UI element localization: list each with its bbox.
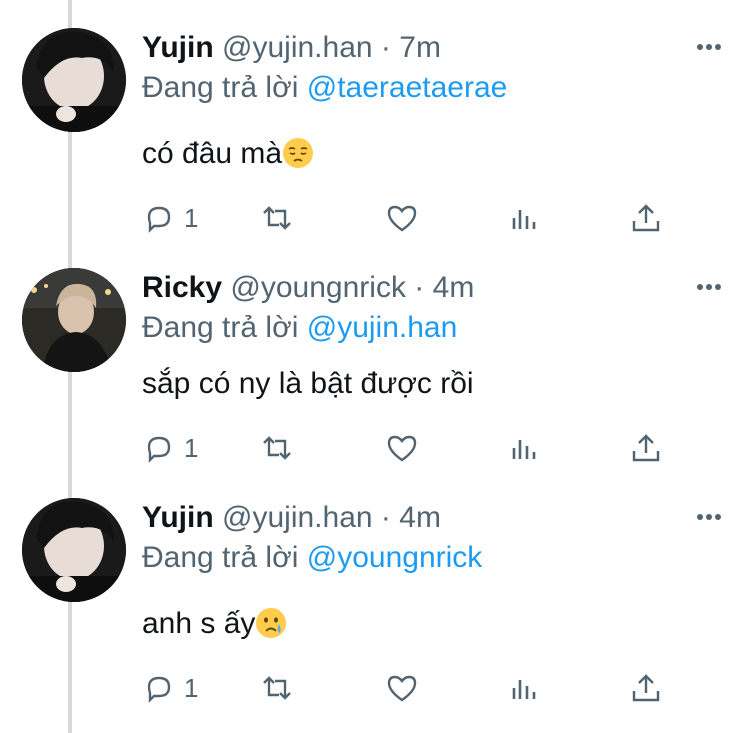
like-button[interactable] xyxy=(385,428,419,468)
author-handle[interactable]: @yujin.han xyxy=(222,31,373,64)
like-icon xyxy=(387,435,417,462)
reply-button[interactable]: 1 xyxy=(142,428,198,468)
analytics-icon xyxy=(512,440,536,459)
reply-button[interactable]: 1 xyxy=(142,668,198,708)
share-icon xyxy=(632,674,660,702)
reply-button[interactable]: 1 xyxy=(142,198,198,238)
timestamp[interactable]: 4m xyxy=(433,271,475,304)
action-bar: 1 xyxy=(142,668,682,708)
reply-count: 1 xyxy=(184,432,199,463)
author-handle[interactable]: @yujin.han xyxy=(222,501,373,534)
tweet-text: anh s ấy xyxy=(142,604,287,644)
author-name[interactable]: Yujin xyxy=(142,31,214,64)
reply-icon xyxy=(147,436,171,463)
separator-dot: · xyxy=(414,271,425,304)
reply-count: 1 xyxy=(184,202,199,233)
separator-dot: · xyxy=(380,31,391,64)
share-button[interactable] xyxy=(629,668,663,708)
tweet-text: sắp có ny là bật được rồi xyxy=(142,364,474,404)
retweet-icon xyxy=(263,206,291,230)
action-bar: 1 xyxy=(142,198,682,238)
author-name[interactable]: Ricky xyxy=(142,271,222,304)
retweet-button[interactable] xyxy=(260,668,294,708)
replying-to: Đang trả lời @taeraetaerae xyxy=(142,68,507,108)
tweet-text: có đâu mà xyxy=(142,134,314,174)
analytics-icon xyxy=(512,680,536,699)
like-icon xyxy=(387,675,417,702)
replying-to: Đang trả lời @youngnrick xyxy=(142,538,482,578)
tweet-text-content: có đâu mà xyxy=(142,137,283,170)
like-button[interactable] xyxy=(385,668,419,708)
retweet-button[interactable] xyxy=(260,198,294,238)
share-icon xyxy=(632,434,660,462)
crying-face-icon xyxy=(256,608,287,638)
mention-link[interactable]: @taeraetaerae xyxy=(307,71,508,104)
separator-dot: · xyxy=(380,501,391,534)
mention-link[interactable]: @yujin.han xyxy=(307,311,458,344)
more-icon[interactable] xyxy=(696,282,722,292)
replying-to-label: Đang trả lời xyxy=(142,311,299,344)
pensive-face-icon xyxy=(283,138,314,168)
share-icon xyxy=(632,204,660,232)
tweet-text-content: anh s ấy xyxy=(142,607,256,640)
tweet-text-content: sắp có ny là bật được rồi xyxy=(142,367,474,400)
share-button[interactable] xyxy=(629,198,663,238)
timestamp[interactable]: 4m xyxy=(399,501,441,534)
retweet-button[interactable] xyxy=(260,428,294,468)
reply-icon xyxy=(147,676,171,703)
author-handle[interactable]: @youngnrick xyxy=(230,271,406,304)
analytics-button[interactable] xyxy=(507,428,541,468)
more-icon[interactable] xyxy=(696,42,722,52)
action-bar: 1 xyxy=(142,428,682,468)
share-button[interactable] xyxy=(629,428,663,468)
replying-to: Đang trả lời @yujin.han xyxy=(142,308,457,348)
avatar[interactable] xyxy=(22,268,126,372)
reply-count: 1 xyxy=(184,672,199,703)
mention-link[interactable]: @youngnrick xyxy=(307,541,483,574)
more-icon[interactable] xyxy=(696,512,722,522)
retweet-icon xyxy=(263,436,291,460)
replying-to-label: Đang trả lời xyxy=(142,541,299,574)
like-button[interactable] xyxy=(385,198,419,238)
avatar[interactable] xyxy=(22,498,126,602)
analytics-icon xyxy=(512,210,536,229)
timestamp[interactable]: 7m xyxy=(399,31,441,64)
retweet-icon xyxy=(263,676,291,700)
reply-icon xyxy=(147,206,171,233)
analytics-button[interactable] xyxy=(507,668,541,708)
replying-to-label: Đang trả lời xyxy=(142,71,299,104)
like-icon xyxy=(387,205,417,232)
analytics-button[interactable] xyxy=(507,198,541,238)
author-name[interactable]: Yujin xyxy=(142,501,214,534)
avatar[interactable] xyxy=(22,28,126,132)
